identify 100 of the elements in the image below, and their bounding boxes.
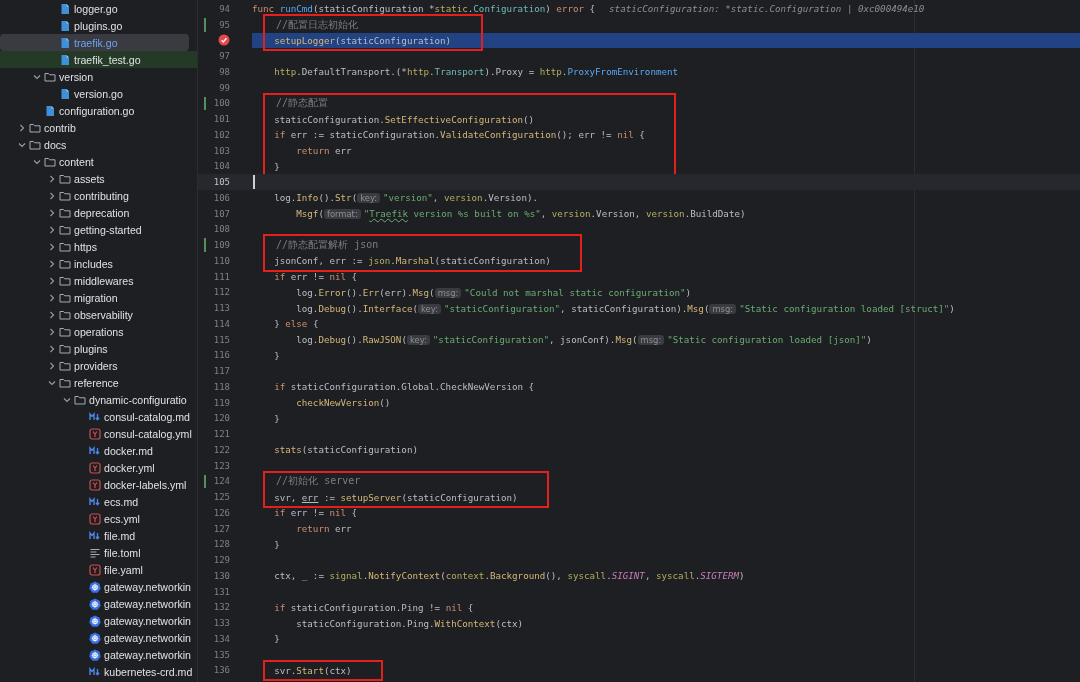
folder-icon xyxy=(74,393,86,406)
folder-name: operations xyxy=(74,325,124,338)
chevron-right-icon[interactable] xyxy=(48,327,56,336)
tree-row[interactable]: dynamic-configuratio xyxy=(0,391,197,408)
file-name: traefik.go xyxy=(74,36,118,49)
folder-name: providers xyxy=(74,359,118,372)
tree-row[interactable]: consul-catalog.yml xyxy=(0,425,197,442)
folder-icon xyxy=(29,138,41,151)
tree-row[interactable]: file.toml xyxy=(0,544,197,561)
chevron-right-icon[interactable] xyxy=(48,276,56,285)
tree-row[interactable]: configuration.go xyxy=(0,102,197,119)
tree-row[interactable]: gateway.networkin xyxy=(0,646,197,663)
line-number: 116 xyxy=(213,350,230,361)
tree-row[interactable]: kubernetes-crd.md xyxy=(0,663,197,680)
tree-row[interactable]: docs xyxy=(0,136,197,153)
chevron-right-icon[interactable] xyxy=(48,344,56,353)
tree-row[interactable]: assets xyxy=(0,170,197,187)
tree-row[interactable]: ecs.yml xyxy=(0,510,197,527)
chevron-right-icon[interactable] xyxy=(48,174,56,183)
file-name: ecs.md xyxy=(104,495,139,508)
folder-icon xyxy=(59,223,71,236)
tree-row[interactable]: reference xyxy=(0,374,197,391)
tree-row[interactable]: consul-catalog.md xyxy=(0,408,197,425)
tree-row[interactable]: ecs.md xyxy=(0,493,197,510)
tree-row[interactable]: operations xyxy=(0,323,197,340)
tree-row[interactable]: gateway.networkin xyxy=(0,595,197,612)
tree-row[interactable]: observability xyxy=(0,306,197,323)
code-line: } xyxy=(273,633,280,645)
tree-row[interactable]: version.go xyxy=(0,85,197,102)
code-line: checkNewVersion() xyxy=(295,397,391,409)
tree-row[interactable]: plugins.go xyxy=(0,17,197,34)
line-number: 120 xyxy=(213,413,230,424)
tree-row[interactable]: migration xyxy=(0,289,197,306)
fork-badge-icon xyxy=(89,512,101,525)
chevron-right-icon[interactable] xyxy=(48,259,56,268)
tree-row[interactable]: plugins xyxy=(0,340,197,357)
chevron-right-icon[interactable] xyxy=(48,225,56,234)
file-name: configuration.go xyxy=(59,104,135,117)
tree-row[interactable]: file.yaml xyxy=(0,561,197,578)
code-line: setupLogger(staticConfiguration) xyxy=(273,34,452,46)
folder-name: plugins xyxy=(74,342,108,355)
folder-name: version xyxy=(59,70,94,83)
code-line: svr, err := setupServer(staticConfiguration) xyxy=(273,491,518,503)
code-line: if err != nil { xyxy=(273,271,358,283)
line-number: 134 xyxy=(213,633,230,644)
chevron-right-icon[interactable] xyxy=(48,310,56,319)
chevron-down-icon[interactable] xyxy=(33,72,41,81)
tree-row[interactable]: docker-labels.yml xyxy=(0,476,197,493)
chevron-down-icon[interactable] xyxy=(33,157,41,166)
line-number: 110 xyxy=(213,255,230,266)
code-line: log.Debug().RawJSON( key: "staticConfiguration", jsonConf).Msg( msg: "Static configuration loaded [json]") xyxy=(295,334,872,346)
chevron-down-icon[interactable] xyxy=(18,140,26,149)
tree-row[interactable]: deprecation xyxy=(0,204,197,221)
chevron-right-icon[interactable] xyxy=(48,361,56,370)
file-icon xyxy=(59,2,71,15)
tree-row[interactable]: version xyxy=(0,68,197,85)
chevron-right-icon[interactable] xyxy=(48,208,56,217)
file-icon xyxy=(59,19,71,32)
tree-row[interactable]: traefik_test.go xyxy=(0,51,197,68)
tree-row[interactable]: contributing xyxy=(0,187,197,204)
code-line: svr.Start(ctx) xyxy=(273,664,352,676)
line-number: 111 xyxy=(213,271,230,282)
tree-row[interactable]: https xyxy=(0,238,197,255)
code-line: jsonConf, err := json.Marshal(staticConfiguration) xyxy=(273,255,551,267)
file-name: consul-catalog.yml xyxy=(104,427,192,440)
line-number: 129 xyxy=(213,555,230,566)
tree-row[interactable]: getting-started xyxy=(0,221,197,238)
folder-icon xyxy=(29,121,41,134)
chevron-down-icon[interactable] xyxy=(63,395,71,404)
chevron-right-icon[interactable] xyxy=(48,191,56,200)
tree-row[interactable]: includes xyxy=(0,255,197,272)
tree-row[interactable]: docker.md xyxy=(0,442,197,459)
tree-row[interactable]: providers xyxy=(0,357,197,374)
line-number: 104 xyxy=(213,161,230,172)
folder-icon xyxy=(59,172,71,185)
file-name: logger.go xyxy=(74,2,118,15)
line-number: 94 xyxy=(219,3,230,14)
tree-row[interactable]: logger.go xyxy=(0,0,197,17)
tree-row[interactable]: content xyxy=(0,153,197,170)
tree-row[interactable]: contrib xyxy=(0,119,197,136)
tree-row[interactable]: gateway.networkin xyxy=(0,629,197,646)
tree-row[interactable]: gateway.networkin xyxy=(0,578,197,595)
folder-name: middlewares xyxy=(74,274,134,287)
tree-row[interactable]: middlewares xyxy=(0,272,197,289)
line-number: 114 xyxy=(213,318,230,329)
file-name: version.go xyxy=(74,87,123,100)
line-number: 99 xyxy=(219,82,230,93)
tree-row[interactable]: file.md xyxy=(0,527,197,544)
code-line: ctx, _ := signal.NotifyContext(context.Background(), syscall.SIGINT, syscall.SIGTERM) xyxy=(273,570,745,582)
chevron-right-icon[interactable] xyxy=(18,123,26,132)
breakpoint-icon[interactable] xyxy=(218,34,230,47)
chevron-right-icon[interactable] xyxy=(48,293,56,302)
chevron-down-icon[interactable] xyxy=(48,378,56,387)
line-number: 101 xyxy=(213,114,230,125)
folder-icon xyxy=(59,206,71,219)
file-name: gateway.networkin xyxy=(104,614,191,627)
chevron-right-icon[interactable] xyxy=(48,242,56,251)
tree-row[interactable]: traefik.go xyxy=(0,34,189,51)
tree-row[interactable]: gateway.networkin xyxy=(0,612,197,629)
tree-row[interactable]: docker.yml xyxy=(0,459,197,476)
